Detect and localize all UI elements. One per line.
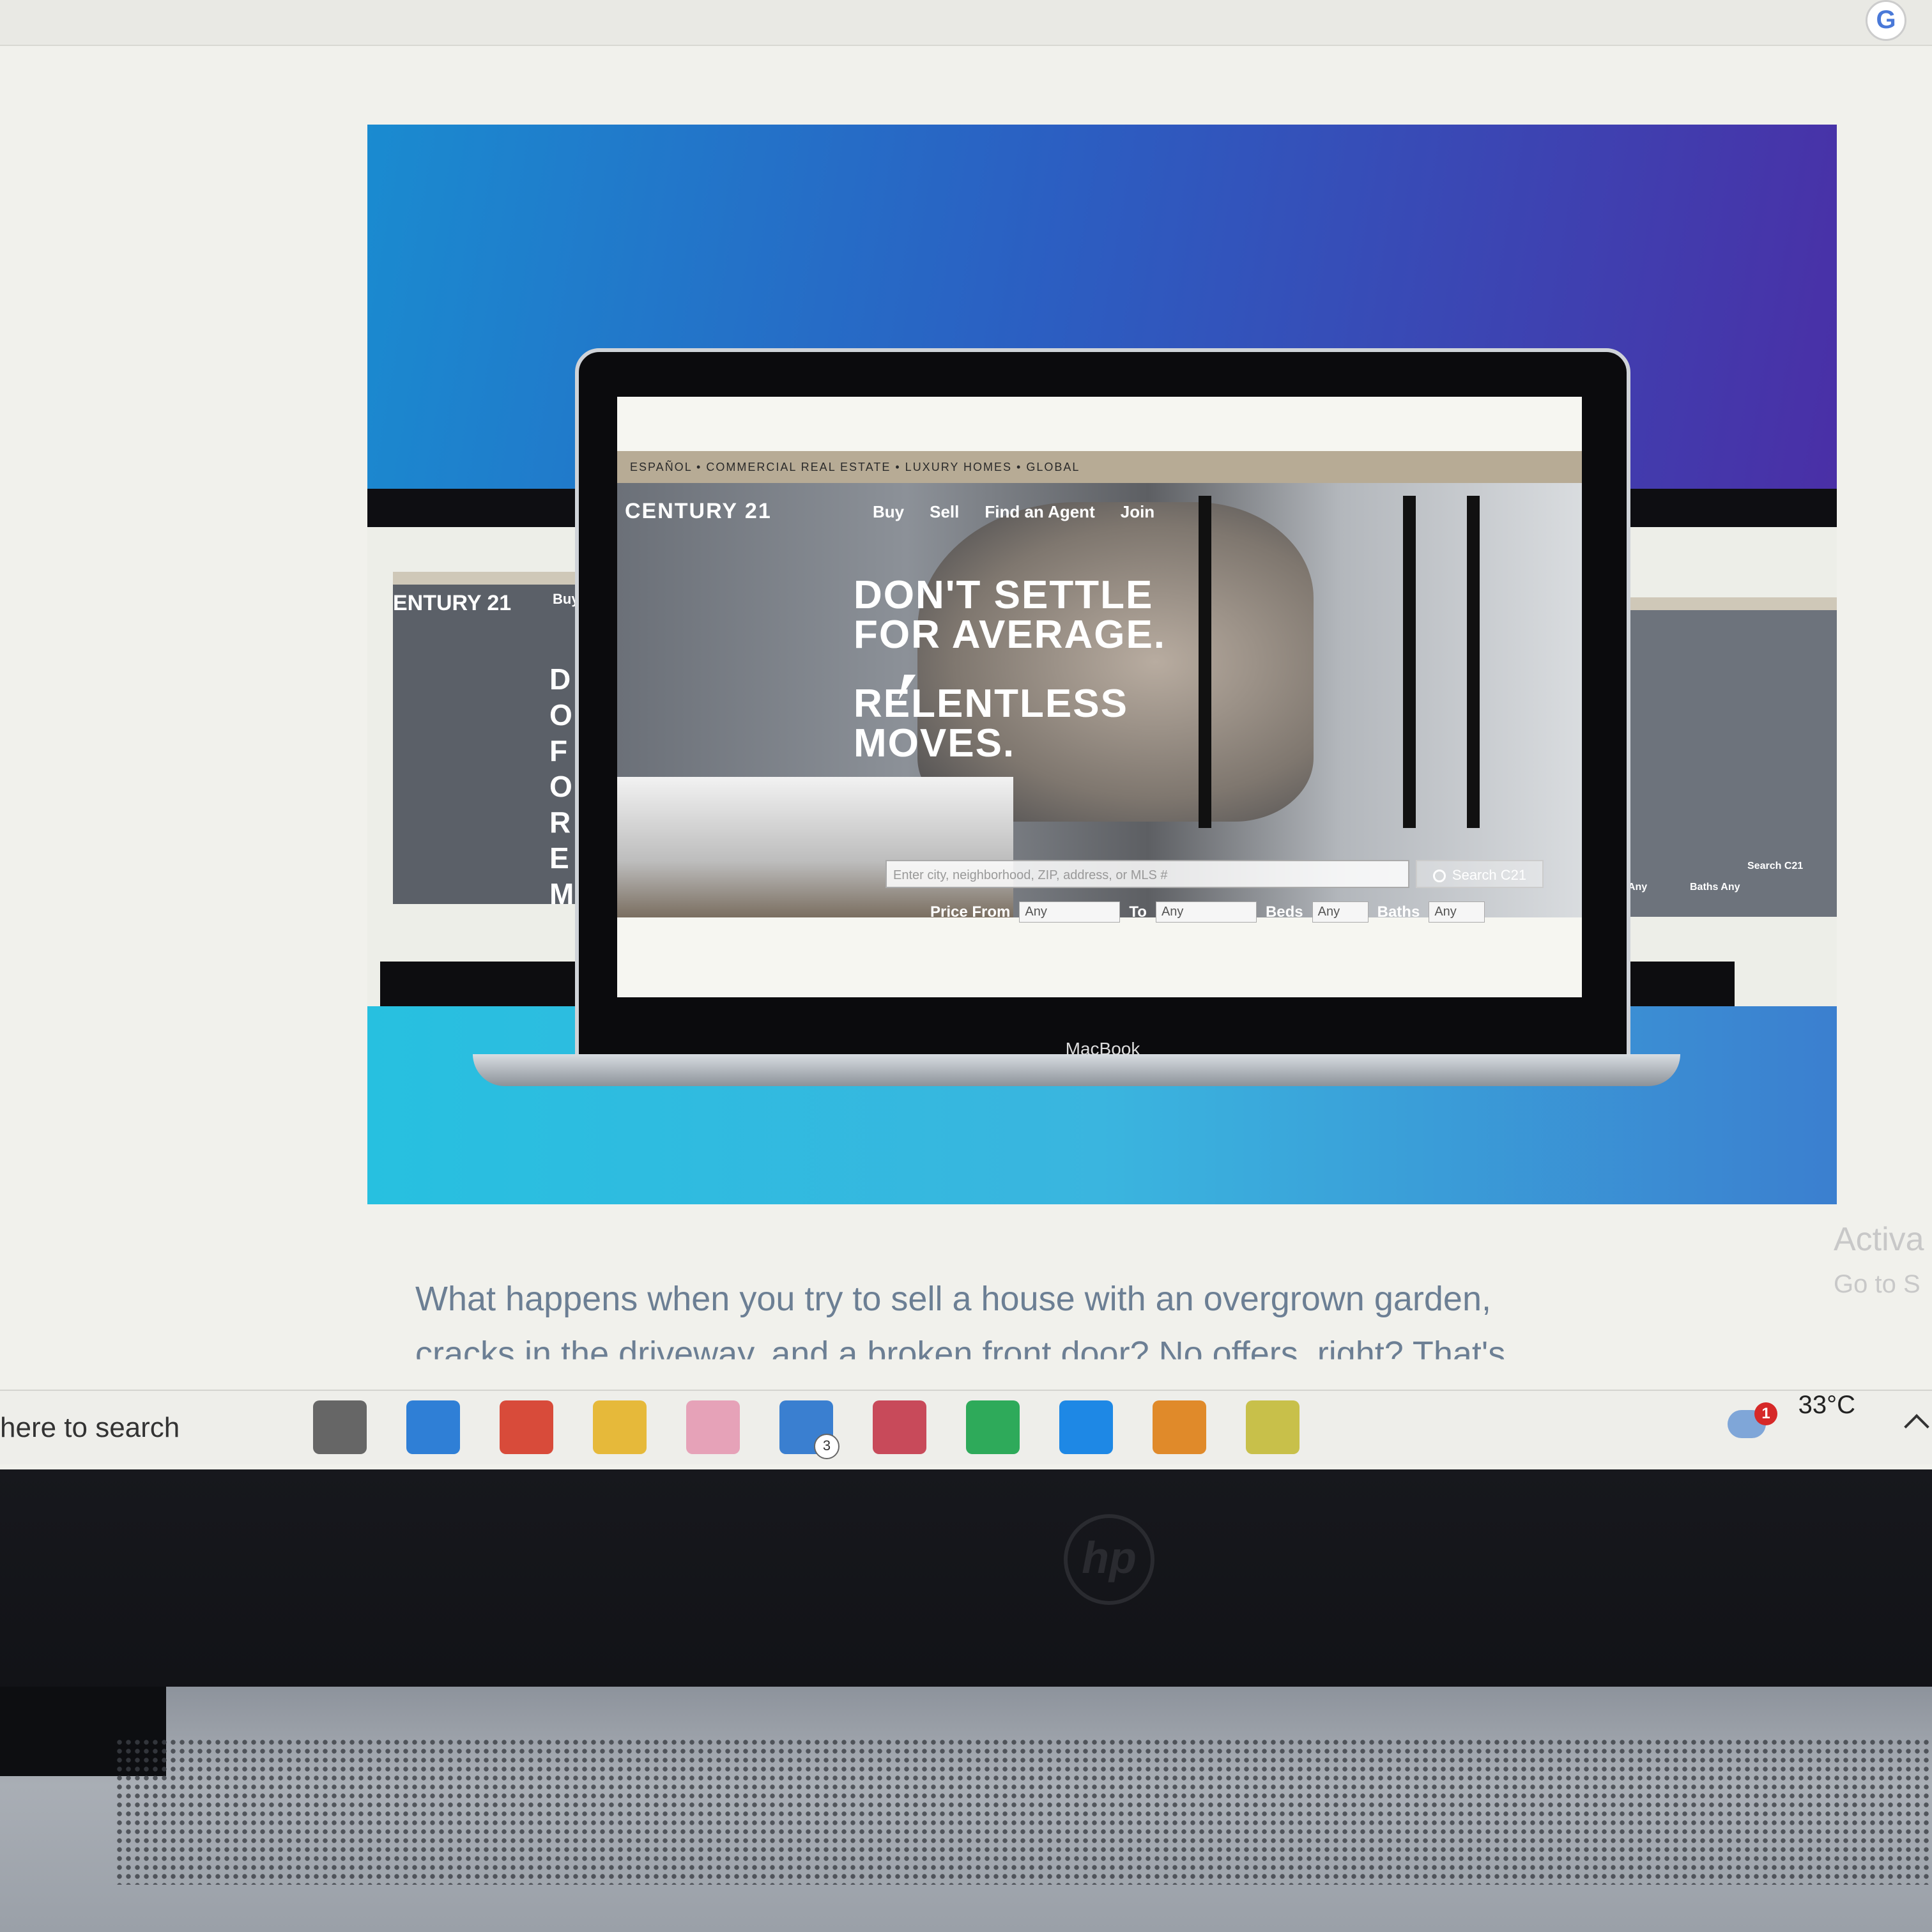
weather-alert-badge: 1 bbox=[1754, 1402, 1777, 1425]
c21-hero-banner: CENTURY 21 Buy Sell Find an Agent Join D… bbox=[617, 483, 1582, 923]
chevron-up-icon[interactable] bbox=[1904, 1414, 1929, 1439]
monitor-screen: G ENTURY 21 Buy DO FO RE MO Beds Any Bat… bbox=[0, 0, 1932, 1469]
watermark-line: Go to S bbox=[1834, 1270, 1920, 1298]
nav-buy[interactable]: Buy bbox=[873, 502, 904, 522]
file-explorer-icon[interactable] bbox=[593, 1400, 647, 1454]
baths-label: Baths bbox=[1377, 903, 1420, 921]
hp-logo: hp bbox=[1064, 1514, 1154, 1605]
hero-bed-photo bbox=[617, 777, 1013, 917]
notification-badge: 3 bbox=[814, 1434, 839, 1459]
window-frame bbox=[1199, 496, 1211, 828]
nav-join[interactable]: Join bbox=[1121, 502, 1154, 522]
nav-find-an-agent[interactable]: Find an Agent bbox=[985, 502, 1094, 522]
windows-activation-watermark: Activa Go to S bbox=[1834, 1217, 1924, 1307]
pycharm-icon[interactable] bbox=[966, 1400, 1020, 1454]
headline-line: DON'T SETTLE bbox=[854, 573, 1154, 617]
left-reflection-logo: ENTURY 21 bbox=[393, 591, 512, 615]
left-reflection-screen: ENTURY 21 Buy DO FO RE MO bbox=[393, 572, 597, 904]
windows-taskbar: here to search 3 1 33°C bbox=[0, 1390, 1932, 1464]
c21-filter-row: Price From Any To Any Beds Any Baths Any bbox=[930, 901, 1485, 923]
price-from-label: Price From bbox=[930, 903, 1011, 921]
c21-logo[interactable]: CENTURY 21 bbox=[625, 499, 772, 524]
task-view-icon[interactable] bbox=[313, 1400, 367, 1454]
window-frame bbox=[1467, 496, 1480, 828]
laptop-bezel bbox=[0, 1469, 1932, 1712]
price-to-select[interactable]: Any bbox=[1155, 901, 1257, 923]
speaker-grille bbox=[115, 1738, 1932, 1885]
c21-headline: DON'T SETTLE FOR AVERAGE. RELENTLESS MOV… bbox=[854, 576, 1166, 763]
watermark-line: Activa bbox=[1834, 1221, 1924, 1258]
right-reflection-screen: Beds Any Baths Any Search C21 bbox=[1594, 597, 1837, 917]
vscode-icon[interactable] bbox=[1059, 1400, 1113, 1454]
beds-select[interactable]: Any bbox=[1312, 901, 1368, 923]
chrome-icon[interactable] bbox=[500, 1400, 553, 1454]
macbook-mockup: ESPAÑOL • COMMERCIAL REAL ESTATE • LUXUR… bbox=[575, 348, 1630, 1071]
right-reflection-baths: Baths Any bbox=[1690, 882, 1740, 893]
price-to-label: To bbox=[1129, 903, 1147, 921]
article-paragraph: What happens when you try to sell a hous… bbox=[415, 1271, 1757, 1381]
fl-studio-icon[interactable] bbox=[1153, 1400, 1206, 1454]
browser-top-bar: G bbox=[0, 0, 1932, 46]
c21-search-input[interactable]: Enter city, neighborhood, ZIP, address, … bbox=[885, 860, 1409, 888]
price-from-select[interactable]: Any bbox=[1019, 901, 1121, 923]
macbook-display: ESPAÑOL • COMMERCIAL REAL ESTATE • LUXUR… bbox=[617, 397, 1582, 997]
article-line: What happens when you try to sell a hous… bbox=[415, 1280, 1491, 1318]
sticky-notes-icon[interactable] bbox=[1246, 1400, 1300, 1454]
headline-line: MOVES. bbox=[854, 721, 1016, 765]
taskbar-app-icons: 3 bbox=[313, 1400, 1300, 1459]
mail-icon[interactable]: 3 bbox=[779, 1400, 839, 1459]
c21-search-button[interactable]: Search C21 bbox=[1416, 860, 1544, 888]
headline-line: FOR AVERAGE. bbox=[854, 613, 1167, 657]
macbook-base bbox=[473, 1054, 1680, 1086]
temperature-label[interactable]: 33°C bbox=[1798, 1391, 1855, 1464]
c21-main-nav: Buy Sell Find an Agent Join bbox=[873, 502, 1154, 522]
nav-sell[interactable]: Sell bbox=[930, 502, 959, 522]
taskbar-search-box[interactable]: here to search bbox=[0, 1391, 300, 1464]
office-icon[interactable] bbox=[873, 1400, 926, 1454]
article-line: cracks in the driveway, and a broken fro… bbox=[415, 1335, 1506, 1373]
right-reflection-search: Search C21 bbox=[1747, 861, 1804, 871]
c21-utility-nav[interactable]: ESPAÑOL • COMMERCIAL REAL ESTATE • LUXUR… bbox=[617, 451, 1582, 483]
music-icon[interactable] bbox=[686, 1400, 740, 1454]
beds-label: Beds bbox=[1265, 903, 1303, 921]
window-frame bbox=[1403, 496, 1416, 828]
search-icon bbox=[1432, 870, 1446, 883]
search-button-label: Search C21 bbox=[1452, 867, 1527, 883]
profile-badge[interactable]: G bbox=[1866, 0, 1906, 41]
baths-select[interactable]: Any bbox=[1429, 901, 1485, 923]
store-icon[interactable] bbox=[406, 1400, 460, 1454]
